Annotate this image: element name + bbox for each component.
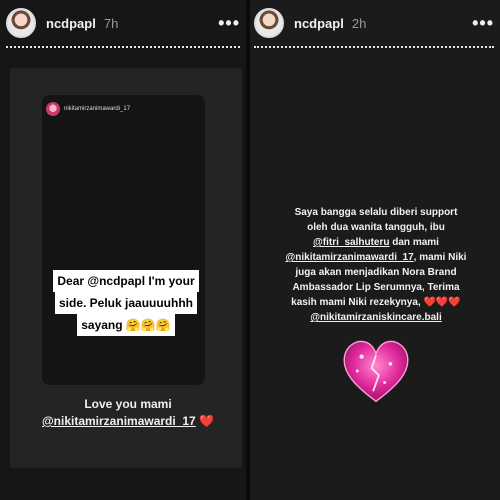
story-caption: Saya bangga selalu diberi support oleh d… [262,205,490,325]
caption-line: @fitri_salhuteru dan mami [262,235,490,250]
caption-line: oleh dua wanita tangguh, ibu [307,222,445,233]
timestamp: 2h [351,15,367,31]
shared-post-username[interactable]: nikitamirzanimawardi_17 [64,106,130,112]
shared-post-card[interactable] [42,95,205,385]
caption-text: , mami Niki [413,252,467,263]
story-left-header: ncdpapl 7h ••• [6,6,240,40]
mention-link[interactable]: @nikitamirzaniskincare.bali [310,312,441,323]
username[interactable]: ncdpapl [46,16,96,31]
mention-link[interactable]: @nikitamirzanimawardi_17 [42,414,196,428]
message-line: side. Peluk jaauuuuhhh [54,292,198,314]
caption-text: dan mami [389,237,439,248]
story-right-header: ncdpapl 2h ••• [254,6,494,40]
story-progress-bar [254,46,494,48]
shared-post-avatar[interactable] [46,102,60,116]
more-options-icon[interactable]: ••• [218,14,240,32]
caption-line: Saya bangga selalu diberi support [294,207,458,218]
red-heart-icon: ❤️ [199,414,215,428]
glitter-heart-icon [343,340,409,403]
caption-line: Ambassador Lip Serumnya, Terima [292,282,460,293]
caption-line: juga akan menjadikan Nora Brand [295,267,457,278]
avatar[interactable] [6,8,36,38]
more-options-icon[interactable]: ••• [472,14,494,32]
avatar[interactable] [254,8,284,38]
caption-line: @nikitamirzaniskincare.bali [262,310,490,325]
story-caption-line: Love you mami [84,397,172,411]
mention-link[interactable]: @fitri_salhuteru [313,237,389,248]
message-line: Dear @ncdpapl I'm your [53,270,199,292]
timestamp: 7h [103,15,119,31]
caption-line: kasih mami Niki rezekynya, ❤️❤️❤️ [291,297,461,308]
message-line: sayang 🤗🤗🤗 [77,314,175,336]
username[interactable]: ncdpapl [294,16,344,31]
story-progress-bar [6,46,240,48]
shared-post-message: Dear @ncdpapl I'm your side. Peluk jaauu… [46,270,206,336]
shared-post-header: nikitamirzanimawardi_17 [46,102,130,116]
story-caption-line: @nikitamirzanimawardi_17 ❤️ [10,414,246,428]
mention-link[interactable]: @nikitamirzanimawardi_17 [286,252,414,263]
caption-line: @nikitamirzanimawardi_17, mami Niki [262,250,490,265]
